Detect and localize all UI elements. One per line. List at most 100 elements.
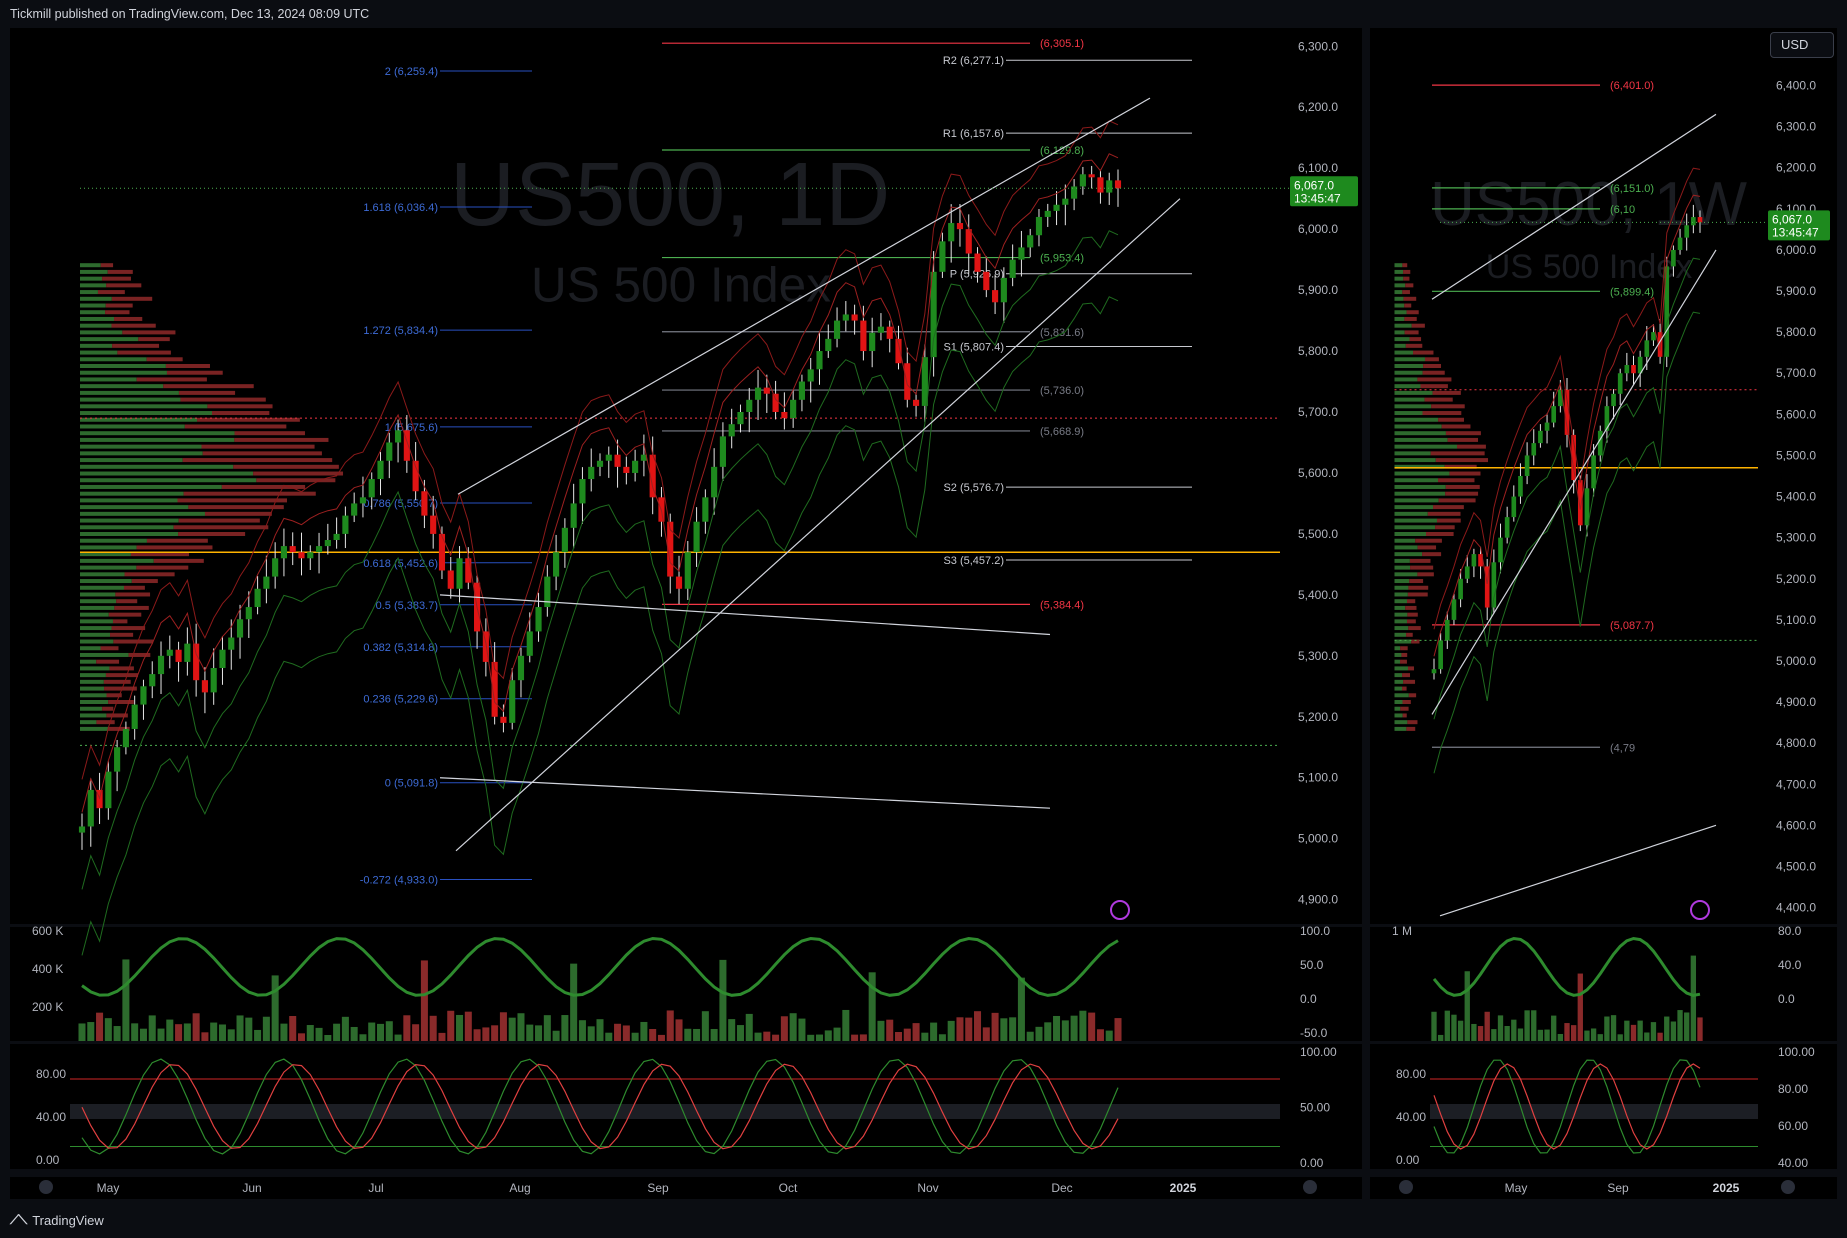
volume-profile-bar-sell: [204, 511, 272, 516]
volume-bar: [1079, 1010, 1087, 1041]
volume-bar: [728, 1019, 736, 1041]
candle-body: [1684, 225, 1690, 238]
level-label: (6,401.0): [1610, 80, 1654, 92]
volume-profile-bar-sell: [116, 599, 138, 604]
volume-profile-bar-buy: [1394, 343, 1406, 348]
volume-profile-bar-sell: [102, 276, 131, 281]
volume-bar: [1017, 977, 1025, 1041]
volume-profile-bar-buy: [1394, 652, 1402, 657]
stoch-right-axis-tick: 40.00: [1778, 1156, 1808, 1170]
volume-bar: [376, 1023, 385, 1041]
volume-profile-bar-buy: [1394, 377, 1418, 382]
candle-body: [912, 399, 920, 406]
volume-profile-bar-buy: [1394, 296, 1404, 301]
candle-body: [280, 546, 288, 559]
candle-body: [596, 460, 604, 467]
candle-body: [1044, 210, 1051, 217]
candle-body: [1009, 259, 1016, 278]
volume-bar: [851, 1034, 859, 1041]
candle-body: [1677, 237, 1683, 250]
volume-bar: [227, 1029, 235, 1041]
volume-profile-bar-buy: [1394, 558, 1410, 563]
footer: ⟋⟍ TradingView: [10, 1212, 104, 1228]
volume-bar: [201, 1032, 209, 1041]
volume-profile-bar-sell: [178, 390, 236, 395]
volume-axis-tick: 400 K: [32, 962, 63, 976]
volume-profile-bar-sell: [117, 350, 171, 355]
volume-profile-bar-sell: [1410, 565, 1434, 570]
volume-bar: [499, 1012, 507, 1041]
volume-profile-bar-buy: [80, 511, 205, 516]
volume-profile-bar-sell: [111, 323, 156, 328]
volume-profile-bar-buy: [1394, 693, 1409, 698]
time-axis-tick: Oct: [779, 1181, 798, 1195]
volume-profile-bar-buy: [80, 491, 184, 496]
volume-bar: [1590, 1028, 1597, 1041]
volume-profile-bar-buy: [80, 726, 109, 731]
price-axis-tick: 6,300.0: [1298, 39, 1338, 53]
candle-body: [588, 466, 595, 480]
candle-body: [210, 668, 217, 693]
time-axis-tick: May: [97, 1181, 120, 1195]
stoch-right-axis-tick: 100.00: [1778, 1045, 1815, 1059]
fib-level-label: 0.382 (5,314.8): [363, 642, 438, 654]
volume-bar: [122, 959, 130, 1041]
volume-profile-bar-buy: [80, 505, 189, 510]
volume-bar: [921, 1032, 929, 1041]
volume-bar: [1477, 1026, 1484, 1041]
price-axis-tick: 6,200.0: [1298, 100, 1338, 114]
volume-profile-bar-sell: [1445, 491, 1479, 496]
volume-profile-bar-sell: [1405, 605, 1417, 610]
chart-canvas[interactable]: US500, 1D US 500 Index 6,300.0 6,200.0 6,100…: [0, 0, 1847, 1238]
volume-bar: [614, 1023, 622, 1041]
volume-profile-bar-sell: [165, 364, 210, 368]
candle-body: [1611, 393, 1616, 407]
volume-profile-bar-sell: [234, 431, 305, 436]
volume-profile-bar-sell: [112, 343, 160, 348]
candle-body: [1062, 198, 1069, 205]
volume-bar: [218, 1024, 226, 1041]
volume-profile-bar-buy: [1394, 491, 1446, 496]
price-axis-tick: 4,500.0: [1776, 859, 1816, 873]
candle-body: [245, 607, 252, 620]
price-axis-tick: 5,900.0: [1298, 283, 1338, 297]
time-axis-tick: Sep: [1607, 1181, 1629, 1195]
pivot-label: R1 (6,157.6): [943, 128, 1004, 140]
volume-profile-bar-buy: [1394, 599, 1407, 604]
brand-label[interactable]: TradingView: [32, 1213, 104, 1228]
volume-bar: [482, 1027, 490, 1041]
price-axis-tick: 4,900.0: [1776, 695, 1816, 709]
volume-bar: [684, 1028, 692, 1041]
volume-profile-bar-buy: [80, 652, 129, 657]
level-label: (6,10: [1610, 204, 1635, 216]
candle-body: [763, 387, 770, 394]
stoch-right-axis-tick: 50.00: [1300, 1101, 1330, 1115]
volume-profile-bar-sell: [207, 404, 273, 409]
volume-profile-bar-sell: [1403, 296, 1417, 301]
volume-bar: [710, 1028, 718, 1041]
currency-button[interactable]: USD: [1770, 32, 1834, 58]
volume-bar: [341, 1016, 349, 1041]
volume-profile-bar-sell: [1400, 646, 1408, 651]
volume-bar: [1677, 1010, 1683, 1041]
volume-bar: [947, 1020, 955, 1041]
volume-bar: [1584, 1030, 1590, 1041]
candle-body: [1691, 217, 1696, 226]
price-axis-tick: 6,000.0: [1298, 222, 1338, 236]
volume-profile-bar-buy: [80, 357, 147, 362]
volume-profile-bar-buy: [1394, 437, 1448, 442]
volume-bar: [1670, 1021, 1677, 1041]
volume-profile-bar-sell: [1411, 323, 1425, 328]
volume-bar: [772, 1034, 780, 1041]
price-axis-tick: 6,100.0: [1298, 161, 1338, 175]
volume-profile-bar-sell: [1445, 484, 1480, 489]
volume-profile-bar-buy: [80, 276, 103, 281]
candle-body: [1079, 174, 1086, 187]
volume-profile-bar-buy: [1394, 390, 1433, 395]
symbol-description-watermark: US 500 Index: [531, 258, 831, 313]
level-label: (4,79: [1610, 742, 1635, 754]
candle-body: [1591, 455, 1596, 489]
volume-bar: [87, 1022, 95, 1041]
volume-bar: [1570, 1025, 1577, 1041]
fib-level-label: 0.236 (5,229.6): [363, 694, 438, 706]
